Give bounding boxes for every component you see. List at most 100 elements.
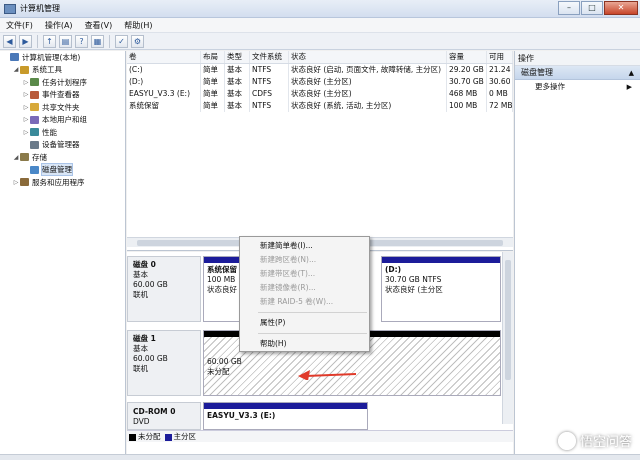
table-cell: 基本: [225, 88, 250, 100]
tree-item[interactable]: ▷ 事件查看器: [0, 89, 125, 102]
col-capacity[interactable]: 容量: [447, 51, 487, 63]
table-cell: 21.24: [487, 64, 513, 76]
cdrom-0-label[interactable]: CD-ROM 0 DVD: [127, 402, 201, 430]
expand-arrow-icon[interactable]: ▷: [22, 116, 30, 123]
back-arrow-icon[interactable]: ◀: [3, 34, 16, 48]
col-status[interactable]: 状态: [289, 51, 447, 63]
menu-help-item[interactable]: 帮助(H): [240, 337, 369, 351]
table-cell: NTFS: [250, 64, 289, 76]
cdrom-0-type: DVD: [133, 417, 150, 426]
scroll-thumb[interactable]: [505, 260, 511, 380]
close-button[interactable]: ✕: [604, 1, 638, 15]
minimize-button[interactable]: –: [558, 1, 580, 15]
table-cell: 简单: [201, 76, 225, 88]
partition-size: 60.00 GB: [207, 357, 242, 366]
expand-arrow-icon[interactable]: ▷: [22, 91, 30, 98]
menu-bar: 文件(F) 操作(A) 查看(V) 帮助(H): [0, 18, 640, 33]
disk-0-size: 60.00 GB: [133, 280, 168, 289]
tree-item[interactable]: ▷ 任务计划程序: [0, 76, 125, 89]
title-bar: 计算机管理 – □ ✕: [0, 0, 640, 18]
properties-icon[interactable]: ▦: [91, 34, 104, 48]
forward-arrow-icon[interactable]: ▶: [19, 34, 32, 48]
disk-1-label[interactable]: 磁盘 1 基本 60.00 GB 联机: [127, 330, 201, 396]
tree-item[interactable]: ▷ 服务和应用程序: [0, 176, 125, 189]
menu-separator: [258, 333, 367, 334]
partition-d[interactable]: (D:) 30.70 GB NTFS 状态良好 (主分区: [381, 256, 501, 322]
expand-arrow-icon[interactable]: ◢: [12, 66, 20, 73]
maximize-button[interactable]: □: [581, 1, 603, 15]
chevron-right-icon: ▶: [626, 83, 632, 91]
menu-new-striped-volume[interactable]: 新建带区卷(T)...: [240, 267, 369, 281]
table-cell: 30.70 GB: [447, 76, 487, 88]
legend-primary: 主分区: [164, 431, 196, 442]
disk-0-name: 磁盘 0: [133, 260, 156, 269]
tree-item[interactable]: 磁盘管理: [0, 163, 125, 177]
tree-item-label: 事件查看器: [42, 90, 80, 100]
menu-new-simple-volume[interactable]: 新建简单卷(I)...: [240, 239, 369, 253]
expand-arrow-icon[interactable]: ◢: [12, 154, 20, 161]
tree-item[interactable]: ▷ 性能: [0, 126, 125, 139]
tree-item-label: 计算机管理(本地): [22, 52, 81, 62]
collapse-up-icon[interactable]: ▲: [629, 66, 634, 80]
tree-item-label: 任务计划程序: [42, 77, 87, 87]
tree-node-icon: [30, 90, 39, 99]
partition-status: 状态良好 (主分区: [385, 285, 443, 294]
table-row[interactable]: (C:) 简单 基本 NTFS 状态良好 (启动, 页面文件, 故障转储, 主分区) 29…: [127, 64, 513, 76]
tree-item[interactable]: ◢ 系统工具: [0, 64, 125, 77]
expand-arrow-icon[interactable]: ▷: [22, 104, 30, 111]
partition-color-bar: [204, 403, 367, 409]
tree-node-icon: [20, 65, 29, 74]
tree-node-icon: [30, 140, 39, 149]
table-cell: 状态良好 (启动, 页面文件, 故障转储, 主分区): [289, 64, 447, 76]
tree-node-icon: [30, 128, 39, 137]
expand-arrow-icon[interactable]: ▷: [22, 79, 30, 86]
table-cell: 状态良好 (主分区): [289, 88, 447, 100]
menu-properties[interactable]: 属性(P): [240, 316, 369, 330]
up-folder-icon[interactable]: ↑: [43, 34, 56, 48]
col-volume[interactable]: 卷: [127, 51, 201, 63]
menu-help[interactable]: 帮助(H): [118, 20, 158, 31]
tree-node-icon: [20, 153, 29, 162]
tree-item-label: 性能: [42, 127, 57, 137]
tree-item[interactable]: ◢ 存储: [0, 151, 125, 164]
more-actions[interactable]: 更多操作 ▶: [515, 80, 640, 94]
col-filesystem[interactable]: 文件系统: [250, 51, 289, 63]
table-row[interactable]: (D:) 简单 基本 NTFS 状态良好 (主分区) 30.70 GB 30.60: [127, 76, 513, 88]
table-cell: 72 MB: [489, 100, 513, 112]
disk-0-label[interactable]: 磁盘 0 基本 60.00 GB 联机: [127, 256, 201, 322]
menu-new-raid5-volume[interactable]: 新建 RAID-5 卷(W)...: [240, 295, 369, 309]
check-icon[interactable]: ✓: [115, 34, 128, 48]
menu-action[interactable]: 操作(A): [39, 20, 79, 31]
cdrom-0-name: CD-ROM 0: [133, 407, 176, 416]
tree-item[interactable]: 计算机管理(本地): [0, 51, 125, 64]
show-tree-icon[interactable]: ▤: [59, 34, 72, 48]
menu-file[interactable]: 文件(F): [0, 20, 39, 31]
menu-view[interactable]: 查看(V): [79, 20, 119, 31]
tree-item[interactable]: ▷ 共享文件夹: [0, 101, 125, 114]
expand-arrow-icon[interactable]: ▷: [22, 129, 30, 136]
volume-list-header: 卷 布局 类型 文件系统 状态 容量 可用: [127, 51, 513, 64]
expand-arrow-icon[interactable]: ▷: [12, 179, 20, 186]
col-type[interactable]: 类型: [225, 51, 250, 63]
partition-e[interactable]: EASYU_V3.3 (E:): [203, 402, 368, 430]
disk-settings-icon[interactable]: ⚙: [131, 34, 144, 48]
vertical-scrollbar[interactable]: [502, 252, 513, 424]
partition-name: EASYU_V3.3 (E:): [207, 411, 276, 420]
table-cell: 简单: [201, 88, 225, 100]
tree-item[interactable]: ▷ 本地用户和组: [0, 114, 125, 127]
menu-new-spanned-volume[interactable]: 新建跨区卷(N)...: [240, 253, 369, 267]
tree-item[interactable]: 设备管理器: [0, 139, 125, 152]
volume-list: 卷 布局 类型 文件系统 状态 容量 可用 (C:) 简单 基本 NTFS 状态良好 (…: [127, 51, 513, 251]
table-cell: 简单: [201, 64, 225, 76]
disk-1-status: 联机: [133, 364, 148, 373]
tree-item-label: 系统工具: [32, 65, 62, 75]
menu-new-mirrored-volume[interactable]: 新建镜像卷(R)...: [240, 281, 369, 295]
col-free[interactable]: 可用: [487, 51, 513, 63]
table-row[interactable]: EASYU_V3.3 (E:) 简单 基本 CDFS 状态良好 (主分区) 468 MB 0…: [127, 88, 513, 100]
actions-section-disk-management[interactable]: 磁盘管理 ▲: [515, 66, 640, 80]
help-icon[interactable]: ?: [75, 34, 88, 48]
table-row[interactable]: 系统保留 简单 基本 NTFS 状态良好 (系统, 活动, 主分区) 100 MB 72 M…: [127, 100, 513, 112]
legend-unallocated: 未分配: [129, 431, 161, 442]
col-layout[interactable]: 布局: [201, 51, 225, 63]
actions-header: 操作: [515, 51, 640, 66]
